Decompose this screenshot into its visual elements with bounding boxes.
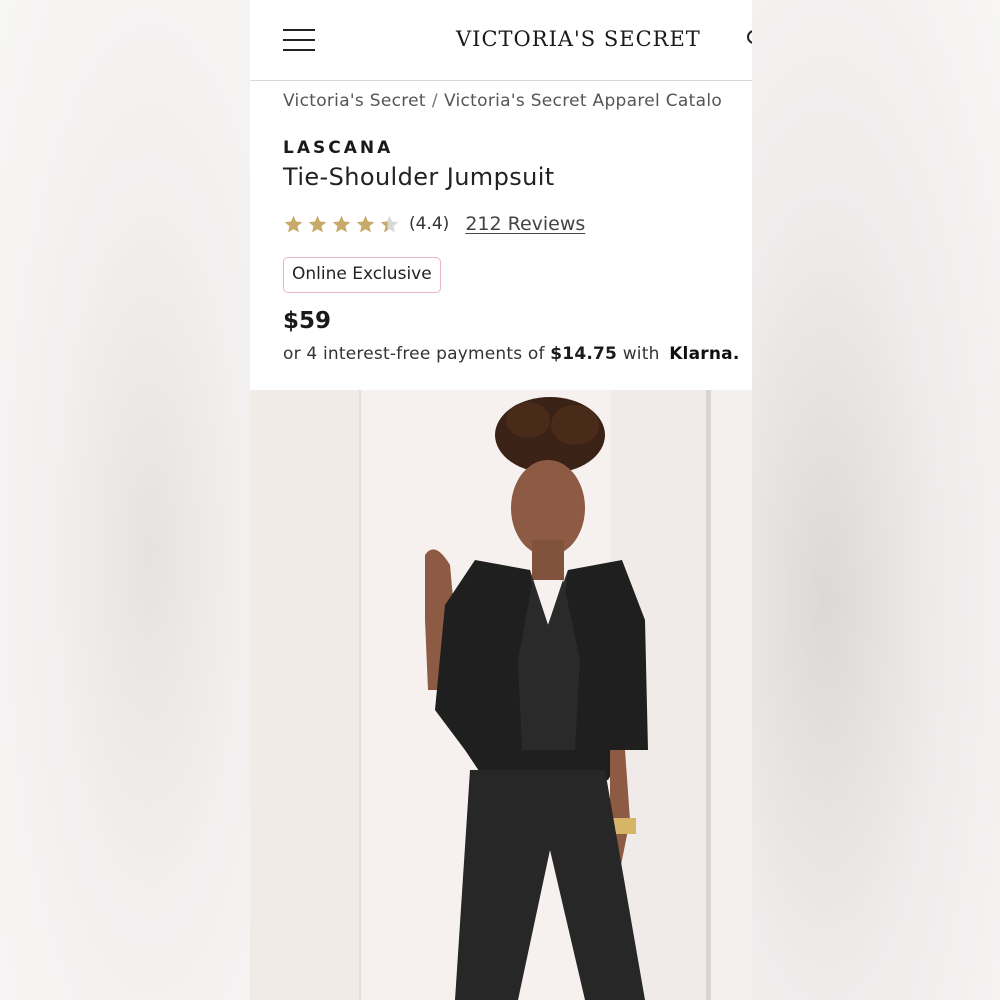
product-image[interactable]	[250, 390, 752, 1000]
breadcrumb: Victoria's Secret / Victoria's Secret Appa…	[283, 91, 752, 111]
star-icon	[332, 215, 351, 232]
blurred-background-left	[0, 0, 250, 1000]
star-icon	[380, 215, 399, 232]
star-icon	[284, 215, 303, 232]
reviews-link[interactable]: 212 Reviews	[465, 213, 585, 235]
breadcrumb-item-catalog[interactable]: Victoria's Secret Apparel Catalo	[444, 91, 722, 111]
installment-prefix: or 4 interest-free payments of	[283, 344, 545, 364]
product-page: VICTORIA'S SECRET Victoria's Secret / Vict…	[250, 0, 752, 1000]
breadcrumb-separator: /	[431, 91, 438, 111]
online-exclusive-badge: Online Exclusive	[283, 257, 441, 293]
breadcrumb-item-home[interactable]: Victoria's Secret	[283, 91, 426, 111]
search-icon[interactable]	[747, 30, 752, 44]
model-photo	[250, 390, 752, 1000]
star-rating	[283, 214, 403, 235]
site-logo[interactable]: VICTORIA'S SECRET	[456, 27, 701, 51]
product-title: Tie-Shoulder Jumpsuit	[283, 163, 555, 191]
hamburger-menu-icon[interactable]	[283, 28, 315, 52]
site-header: VICTORIA'S SECRET	[250, 0, 752, 81]
installment-with: with	[622, 344, 660, 364]
product-brand[interactable]: LASCANA	[283, 138, 393, 158]
star-icon	[356, 215, 375, 232]
rating-row: (4.4) 212 Reviews	[283, 210, 585, 238]
klarna-logo: Klarna.	[669, 344, 740, 364]
rating-value: (4.4)	[409, 214, 450, 234]
installment-info: or 4 interest-free payments of $14.75 wi…	[283, 344, 752, 364]
product-price: $59	[283, 308, 332, 334]
blurred-background-right	[752, 0, 1000, 1000]
installment-amount: $14.75	[550, 344, 618, 364]
star-icon	[308, 215, 327, 232]
